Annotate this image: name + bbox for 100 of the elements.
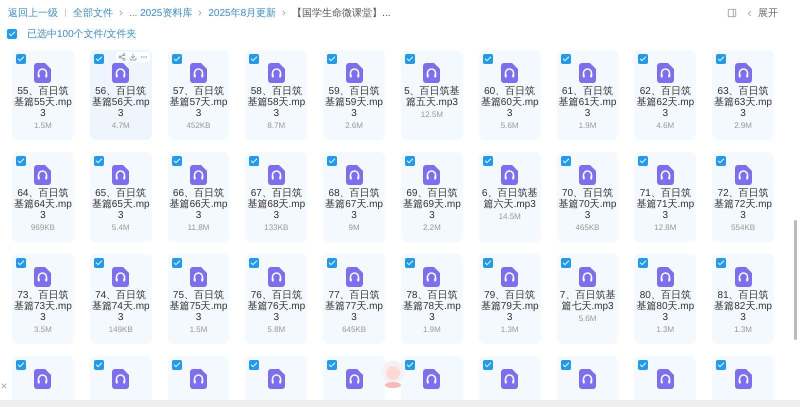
audio-file-icon [656, 63, 674, 83]
checkbox[interactable] [249, 156, 260, 166]
checkbox[interactable] [482, 156, 493, 166]
checkbox[interactable] [560, 54, 571, 64]
checkbox[interactable] [638, 54, 648, 64]
checkbox[interactable] [172, 54, 182, 64]
file-card[interactable]: 77、百日筑基篇77天.mp3 645KB [323, 254, 385, 344]
checkbox[interactable] [327, 54, 338, 64]
file-card[interactable]: 58、百日筑基篇58天.mp3 8.7M [245, 50, 308, 140]
checkbox[interactable] [327, 156, 338, 166]
expand-button[interactable]: 展开 [745, 6, 778, 20]
selection-count: 已选中100个文件/文件夹 [27, 28, 136, 42]
file-name: 71、百日筑基篇71天.mp3 [635, 188, 696, 221]
checkbox[interactable] [638, 258, 648, 268]
file-size: 1.3M [656, 325, 674, 334]
file-card[interactable]: 7、百日筑基篇七天.mp3 5.6M [556, 254, 618, 344]
file-card[interactable]: 69、百日筑基篇69天.mp3 2.2M [400, 152, 463, 242]
checkbox[interactable] [94, 54, 104, 64]
checkbox[interactable] [716, 360, 726, 370]
checkbox[interactable] [94, 258, 104, 268]
file-name: 62、百日筑基篇62天.mp3 [635, 86, 696, 119]
checkbox[interactable] [16, 156, 26, 166]
audio-file-icon [346, 267, 363, 287]
checkbox[interactable] [172, 360, 182, 370]
checkbox[interactable] [249, 360, 260, 370]
checkbox[interactable] [404, 360, 415, 370]
checkbox[interactable] [716, 156, 726, 166]
checkbox[interactable] [172, 258, 182, 268]
checkbox[interactable] [482, 360, 493, 370]
checkbox[interactable] [482, 54, 493, 64]
audio-file-icon [268, 63, 285, 83]
checkbox[interactable] [404, 54, 415, 64]
file-card[interactable]: 60、百日筑基篇60天.mp3 5.6M [478, 50, 541, 140]
scrollbar-thumb[interactable] [794, 220, 797, 340]
file-card[interactable]: 70、百日筑基篇70天.mp3 465KB [556, 152, 618, 242]
audio-file-icon [190, 165, 207, 185]
file-size: 4.6M [656, 121, 674, 130]
file-card[interactable]: 73、百日筑基篇73天.mp3 3.5M [12, 254, 74, 344]
audio-file-icon [190, 267, 207, 287]
checkbox[interactable] [560, 156, 571, 166]
checkbox[interactable] [638, 360, 648, 370]
file-size: 5.4M [112, 223, 130, 232]
file-size: 11.8M [188, 223, 210, 232]
checkbox[interactable] [94, 156, 104, 166]
checkbox[interactable] [560, 360, 571, 370]
file-card[interactable]: 71、百日筑基篇71天.mp3 12.8M [634, 152, 696, 242]
checkbox[interactable] [249, 258, 260, 268]
file-card[interactable]: 57、百日筑基篇57天.mp3 452KB [168, 50, 230, 140]
file-card[interactable]: 56、百日筑基篇56天.mp3 4.7M [90, 50, 152, 140]
checkbox[interactable] [16, 360, 26, 370]
panel-icon[interactable] [727, 8, 737, 18]
file-card[interactable]: 78、百日筑基篇78天.mp3 1.9M [400, 254, 463, 344]
mascot-drawing[interactable] [381, 360, 405, 388]
file-card[interactable]: 79、百日筑基篇79天.mp3 1.3M [478, 254, 541, 344]
file-card[interactable]: 80、百日筑基篇80天.mp3 1.3M [634, 254, 696, 344]
checkbox[interactable] [7, 29, 17, 39]
file-card[interactable]: 63、百日筑基篇63天.mp3 2.9M [712, 50, 774, 140]
breadcrumb-item[interactable]: 【国学生命微课堂】... [292, 6, 391, 20]
checkbox[interactable] [482, 258, 493, 268]
file-card[interactable]: 59、百日筑基篇59天.mp3 2.6M [323, 50, 385, 140]
file-size: 1.9M [422, 325, 441, 334]
file-name: 58、百日筑基篇58天.mp3 [246, 86, 306, 119]
file-card[interactable]: 6、百日筑基篇六天.mp3 14.5M [478, 152, 541, 242]
file-name: 69、百日筑基篇69天.mp3 [402, 188, 462, 221]
file-card[interactable]: 76、百日筑基篇76天.mp3 5.8M [245, 254, 308, 344]
checkbox[interactable] [716, 258, 726, 268]
file-name: 57、百日筑基篇57天.mp3 [168, 86, 228, 119]
audio-file-icon [423, 165, 440, 185]
checkbox[interactable] [327, 258, 338, 268]
file-card[interactable]: 64、百日筑基篇64天.mp3 969KB [12, 152, 74, 242]
file-name: 73、百日筑基篇73天.mp3 [13, 290, 73, 323]
checkbox[interactable] [16, 258, 26, 268]
checkbox[interactable] [638, 156, 648, 166]
audio-file-icon [34, 63, 52, 83]
checkbox[interactable] [172, 156, 182, 166]
file-card[interactable]: 67、百日筑基篇68天.mp3 133KB [245, 152, 308, 242]
checkbox[interactable] [716, 54, 726, 64]
checkbox[interactable] [404, 258, 415, 268]
checkbox[interactable] [404, 156, 415, 166]
checkbox[interactable] [16, 54, 26, 64]
file-card[interactable]: 5、百日筑基篇五天.mp3 12.5M [400, 50, 463, 140]
file-card[interactable]: 55、百日筑基篇55天.mp3 1.5M [12, 50, 74, 140]
file-card[interactable]: 65、百日筑基篇65天.mp3 5.4M [90, 152, 152, 242]
file-card[interactable]: 81、百日筑基篇82天.mp3 1.3M [712, 254, 774, 344]
file-card[interactable]: 68、百日筑基篇67天.mp3 9M [323, 152, 385, 242]
file-card[interactable]: 66、百日筑基篇66天.mp3 11.8M [168, 152, 230, 242]
share-icon[interactable] [118, 53, 126, 61]
checkbox[interactable] [249, 54, 260, 64]
audio-file-icon [346, 165, 363, 185]
file-card[interactable]: 74、百日筑基篇74天.mp3 149KB [90, 254, 152, 344]
file-card[interactable]: 62、百日筑基篇62天.mp3 4.6M [634, 50, 696, 140]
checkbox[interactable] [94, 360, 104, 370]
close-icon[interactable] [0, 382, 8, 390]
checkbox[interactable] [327, 360, 338, 370]
file-name: 60、百日筑基篇60天.mp3 [480, 86, 540, 119]
file-card[interactable]: 75、百日筑基篇75天.mp3 1.5M [168, 254, 230, 344]
download-icon[interactable] [128, 53, 137, 61]
file-card[interactable]: 72、百日筑基篇72天.mp3 554KB [712, 152, 774, 242]
checkbox[interactable] [560, 258, 571, 268]
file-card[interactable]: 61、百日筑基篇61天.mp3 1.9M [556, 50, 618, 140]
